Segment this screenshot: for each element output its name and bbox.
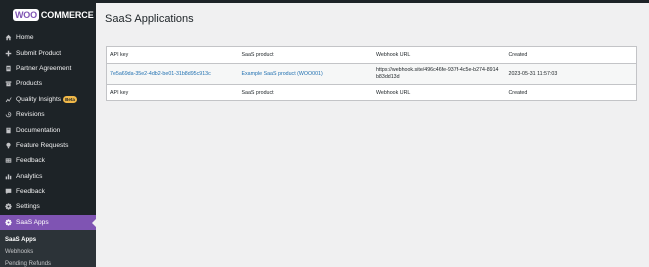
sidebar-item-submit-product[interactable]: Submit Product: [0, 45, 96, 60]
sidebar-item-feedback[interactable]: Feedback: [0, 153, 96, 168]
table-header-row: API key SaaS product Webhook URL Created: [107, 47, 636, 64]
submenu-item-saas-apps[interactable]: SaaS Apps: [0, 234, 96, 246]
logo-woo: WOO: [13, 9, 39, 21]
column-footer-saas-product[interactable]: SaaS product: [242, 90, 376, 96]
submenu-item-webhooks[interactable]: Webhooks: [0, 246, 96, 258]
webhook-url-cell: https://webhook.site/496c46fe-937f-4c5e-…: [375, 67, 499, 80]
woocommerce-logo[interactable]: WOO COMMERCE: [13, 9, 94, 21]
column-footer-webhook-url[interactable]: Webhook URL: [376, 90, 509, 96]
saas-apps-table: API key SaaS product Webhook URL Created…: [106, 46, 637, 101]
plus-icon: [4, 49, 12, 57]
saas-apps-submenu: SaaS Apps Webhooks Pending Refunds: [0, 230, 96, 267]
sidebar-item-label: Settings: [16, 203, 40, 211]
sidebar-item-documentation[interactable]: Documentation: [0, 122, 96, 137]
sidebar-item-label: Revisions: [16, 111, 45, 119]
sidebar-item-label: Home: [16, 34, 34, 42]
sidebar-item-label: Submit Product: [16, 49, 62, 57]
created-cell: 2023-05-31 11:57:03: [508, 71, 558, 77]
main-content: SaaS Applications API key SaaS product W…: [96, 3, 649, 267]
lightbulb-icon: [4, 141, 12, 149]
sidebar-item-label: SaaS Apps: [16, 218, 49, 226]
box-icon: [4, 80, 12, 88]
comment-icon: [4, 188, 12, 196]
sidebar-item-partner-agreement[interactable]: Partner Agreement: [0, 61, 96, 76]
sidebar-item-quality-insights[interactable]: Quality Insights Beta: [0, 92, 96, 107]
beta-badge: Beta: [63, 95, 77, 103]
feedback-table-icon: [4, 157, 12, 165]
sidebar-item-label: Products: [16, 80, 43, 88]
sidebar-item-feedback-2[interactable]: Feedback: [0, 184, 96, 199]
sidebar-item-label: Partner Agreement: [16, 64, 72, 72]
table-row: 7e5a69da-35e2-4db2-be01-31b8d95c913c Exa…: [107, 64, 636, 84]
page-title: SaaS Applications: [105, 13, 194, 25]
api-key-link[interactable]: 7e5a69da-35e2-4db2-be01-31b8d95c913c: [110, 71, 211, 77]
gear-icon: [4, 203, 12, 211]
sidebar-menu: Home Submit Product Partner Agreement Pr…: [0, 30, 96, 231]
sidebar-item-saas-apps[interactable]: SaaS Apps: [0, 214, 96, 231]
sidebar-item-analytics[interactable]: Analytics: [0, 169, 96, 184]
admin-sidebar: WOO COMMERCE Home Submit Product Partner…: [0, 0, 96, 267]
sidebar-item-settings[interactable]: Settings: [0, 199, 96, 214]
sidebar-item-label: Feedback: [16, 157, 45, 165]
saas-product-link[interactable]: Example SaaS product (WOO001): [242, 71, 323, 77]
column-footer-api-key[interactable]: API key: [107, 90, 242, 96]
document-icon: [4, 64, 12, 72]
column-header-created[interactable]: Created: [508, 52, 636, 58]
sidebar-item-products[interactable]: Products: [0, 76, 96, 91]
sidebar-item-feature-requests[interactable]: Feature Requests: [0, 138, 96, 153]
book-icon: [4, 126, 12, 134]
logo-commerce: COMMERCE: [40, 10, 94, 20]
sidebar-item-label: Feature Requests: [16, 141, 69, 149]
table-footer-row: API key SaaS product Webhook URL Created: [107, 84, 636, 100]
sidebar-item-label: Analytics: [16, 172, 43, 180]
home-icon: [4, 34, 12, 42]
column-footer-created[interactable]: Created: [508, 90, 636, 96]
column-header-api-key[interactable]: API key: [107, 52, 242, 58]
column-header-saas-product[interactable]: SaaS product: [242, 52, 376, 58]
sidebar-item-label: Documentation: [16, 126, 61, 134]
column-header-webhook-url[interactable]: Webhook URL: [376, 52, 509, 58]
sidebar-item-revisions[interactable]: Revisions: [0, 107, 96, 122]
submenu-item-pending-refunds[interactable]: Pending Refunds: [0, 258, 96, 267]
sidebar-item-label: Feedback: [16, 188, 45, 196]
chart-bar-icon: [4, 172, 12, 180]
sidebar-item-label: Quality Insights: [16, 95, 62, 103]
gear-icon: [4, 218, 12, 226]
insights-icon: [4, 95, 12, 103]
history-icon: [4, 111, 12, 119]
logo-area: WOO COMMERCE: [0, 0, 96, 30]
sidebar-item-home[interactable]: Home: [0, 30, 96, 45]
